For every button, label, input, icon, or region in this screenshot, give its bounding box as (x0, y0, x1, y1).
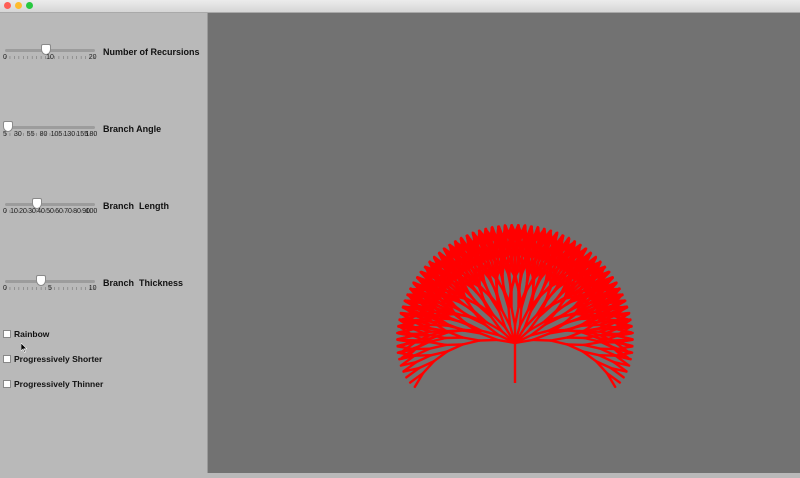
tick-label: 80 (73, 208, 81, 215)
tick-label: 50 (46, 208, 54, 215)
drawing-canvas (207, 13, 800, 473)
tick-label: 10 (89, 285, 97, 292)
tick-label: 0 (3, 54, 7, 61)
tick-label: 20 (19, 208, 27, 215)
tree-branch (458, 249, 459, 265)
rainbow-checkbox[interactable] (3, 330, 11, 338)
tick-label: 180 (86, 131, 98, 138)
slider-track (5, 280, 95, 283)
tick-label: 10 (10, 208, 18, 215)
fractal-tree (208, 13, 800, 473)
tree-branch (503, 275, 504, 292)
tree-branch (610, 313, 626, 314)
tick-label: 40 (37, 208, 45, 215)
progressively-shorter-checkbox[interactable] (3, 355, 11, 363)
tick-label: 130 (63, 131, 75, 138)
tree-branch (584, 345, 600, 349)
tree-branch (463, 338, 480, 341)
tree-branch (548, 330, 565, 331)
tick-label: 105 (51, 131, 63, 138)
tree-branch (567, 338, 584, 339)
tree-branch (497, 277, 498, 294)
branch-angle-label: Branch Angle (103, 124, 161, 134)
minimize-window-button[interactable] (15, 2, 22, 9)
tick-label: 5 (3, 131, 7, 138)
tick-label: 0 (3, 285, 7, 292)
tree-branch (488, 246, 489, 262)
branch-angle-tick-labels: 5305580105130155180 (2, 131, 102, 141)
recursions-label: Number of Recursions (103, 47, 200, 57)
progressively-thinner-label[interactable]: Progressively Thinner (14, 379, 103, 389)
branch-thickness-label: Branch Thickness (103, 278, 183, 288)
tree-branch (519, 274, 522, 291)
close-window-button[interactable] (4, 2, 11, 9)
control-panel: 01020 Number of Recursions 5305580105130… (0, 13, 207, 473)
slider-track (5, 203, 95, 206)
tree-branch (577, 314, 594, 315)
tick-label: 100 (86, 208, 98, 215)
tick-label: 20 (89, 54, 97, 61)
tree-branch (582, 325, 599, 326)
tree-branch (475, 236, 476, 252)
tick-label: 0 (3, 208, 7, 215)
tree-branch (609, 307, 625, 308)
branch-thickness-tick-labels: 0 5 10 (2, 285, 102, 295)
tick-label: 70 (64, 208, 72, 215)
tree-branch (550, 341, 567, 345)
progressively-shorter-label[interactable]: Progressively Shorter (14, 354, 102, 364)
tick-label: 55 (27, 131, 35, 138)
tick-label: 80 (40, 131, 48, 138)
window-title-bar (0, 0, 800, 13)
tree-branch (533, 340, 551, 341)
recursions-tick-labels: 0 10 20 (2, 54, 102, 64)
zoom-window-button[interactable] (26, 2, 33, 9)
branch-length-label: Branch Length (103, 201, 169, 211)
tick-label: 10 (46, 54, 54, 61)
rainbow-label[interactable]: Rainbow (14, 329, 49, 339)
slider-track (5, 126, 95, 129)
branch-length-tick-labels: 0102030405060708090100 (2, 208, 102, 218)
tree-branch (446, 344, 463, 345)
mouse-pointer-icon (21, 343, 27, 353)
tick-label: 60 (55, 208, 63, 215)
tree-branch (495, 245, 496, 261)
tree-branch (430, 342, 446, 345)
tick-label: 30 (14, 131, 22, 138)
tree-branch (515, 308, 519, 325)
progressively-thinner-checkbox[interactable] (3, 380, 11, 388)
tree-branch (479, 268, 480, 285)
tree-branch (414, 335, 430, 336)
tick-label: 5 (48, 285, 52, 292)
tree-branch (599, 332, 615, 334)
tick-label: 30 (28, 208, 36, 215)
tree-branch (509, 308, 510, 326)
tree-branch (582, 272, 598, 273)
